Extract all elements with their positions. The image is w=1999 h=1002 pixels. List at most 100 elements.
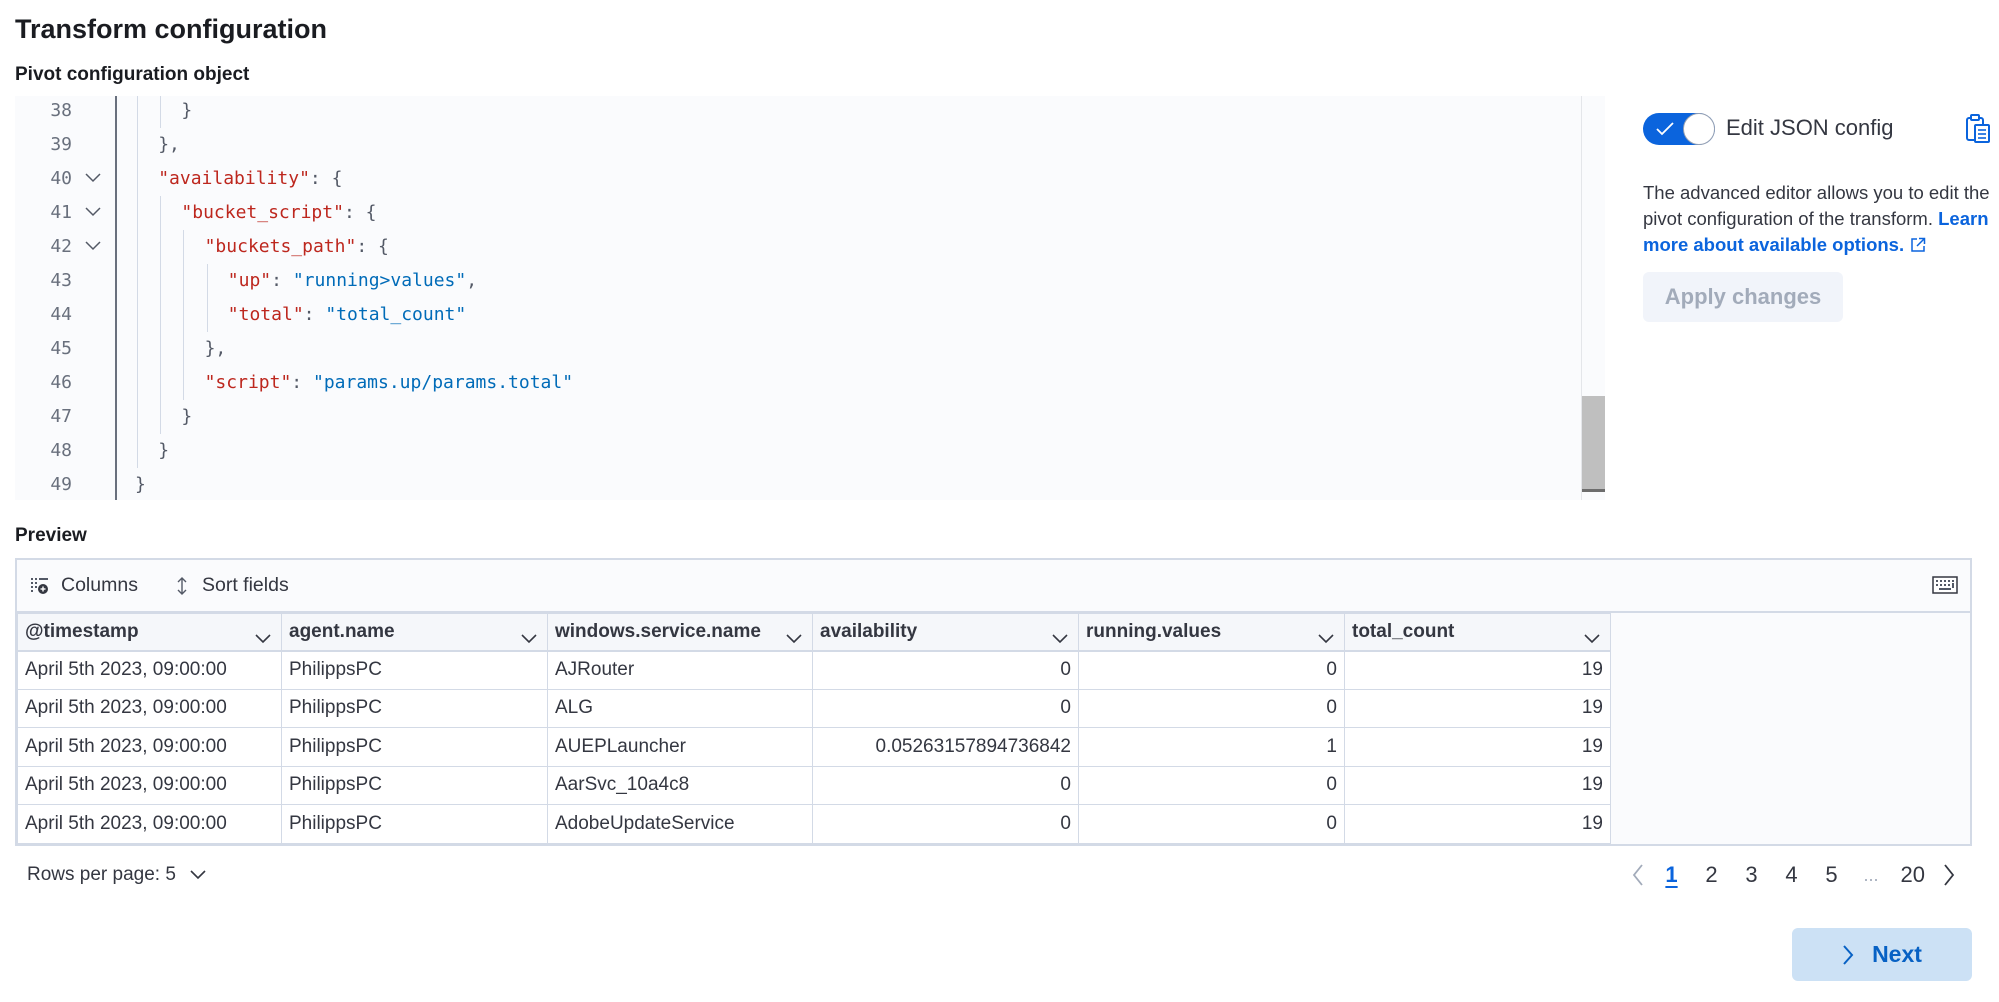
- table-cell[interactable]: 0: [812, 765, 1079, 805]
- table-cell[interactable]: ALG: [547, 688, 813, 728]
- table-cell[interactable]: AarSvc_10a4c8: [547, 765, 813, 805]
- code-line[interactable]: 42 "buckets_path": {: [15, 230, 1582, 264]
- column-header[interactable]: agent.name: [281, 613, 548, 652]
- chevron-down-icon[interactable]: [255, 628, 271, 649]
- next-page-button[interactable]: [1943, 864, 1955, 886]
- table-cell[interactable]: AdobeUpdateService: [547, 804, 813, 844]
- pagination-ellipsis: ...: [1863, 864, 1879, 885]
- page-button-2[interactable]: 2: [1702, 862, 1722, 888]
- table-cell[interactable]: AUEPLauncher: [547, 727, 813, 767]
- table-cell[interactable]: 0: [1078, 650, 1345, 690]
- page-button-4[interactable]: 4: [1782, 862, 1802, 888]
- columns-button[interactable]: Columns: [31, 574, 138, 597]
- code-line[interactable]: 40 "availability": {: [15, 162, 1582, 196]
- table-cell[interactable]: PhilippsPC: [281, 650, 548, 690]
- page-button-1[interactable]: 1: [1662, 862, 1682, 888]
- table-cell[interactable]: April 5th 2023, 09:00:00: [17, 727, 282, 767]
- table-cell[interactable]: 19: [1344, 688, 1611, 728]
- table-row: April 5th 2023, 09:00:00 PhilippsPC AdobeU…: [17, 804, 1611, 844]
- edit-json-label: Edit JSON config: [1726, 115, 1894, 140]
- code-line[interactable]: 38}: [15, 96, 1582, 128]
- sort-fields-button[interactable]: Sort fields: [174, 574, 289, 597]
- chevron-down-icon[interactable]: [1318, 628, 1334, 649]
- keyboard-shortcuts-button[interactable]: [1932, 575, 1958, 600]
- fold-chevron-icon[interactable]: [83, 196, 105, 230]
- chevron-down-icon[interactable]: [1584, 628, 1600, 649]
- rows-per-page-select[interactable]: Rows per page: 5: [27, 864, 206, 886]
- code-line[interactable]: 44 "total": "total_count": [15, 298, 1582, 332]
- code-line[interactable]: 49}: [15, 468, 1582, 500]
- table-cell[interactable]: 0: [1078, 688, 1345, 728]
- code-line[interactable]: 47}: [15, 400, 1582, 434]
- next-step-button[interactable]: Next: [1792, 928, 1972, 981]
- table-cell[interactable]: PhilippsPC: [281, 804, 548, 844]
- json-key: "up": [227, 270, 272, 291]
- json-key: "bucket_script": [181, 202, 344, 223]
- column-header[interactable]: windows.service.name: [547, 613, 813, 652]
- page-button-last[interactable]: 20: [1901, 862, 1925, 888]
- json-punctuation: },: [204, 338, 227, 359]
- indent-guide: [183, 298, 185, 332]
- column-header[interactable]: total_count: [1344, 613, 1611, 652]
- fold-chevron-icon[interactable]: [83, 162, 105, 196]
- line-number: 49: [50, 474, 72, 495]
- table-cell[interactable]: 19: [1344, 727, 1611, 767]
- line-number: 42: [50, 236, 72, 257]
- table-cell[interactable]: 0: [1078, 765, 1345, 805]
- table-cell[interactable]: April 5th 2023, 09:00:00: [17, 765, 282, 805]
- apply-changes-button[interactable]: Apply changes: [1643, 272, 1843, 322]
- table-cell[interactable]: 19: [1344, 650, 1611, 690]
- code-line[interactable]: 43 "up": "running>values",: [15, 264, 1582, 298]
- indent-guide: [137, 230, 138, 264]
- table-cell[interactable]: 0.05263157894736842: [812, 727, 1079, 767]
- column-header[interactable]: @timestamp: [17, 613, 282, 652]
- table-cell[interactable]: PhilippsPC: [281, 727, 548, 767]
- table-cell[interactable]: 0: [1078, 804, 1345, 844]
- pagination: 12345 ... 20: [1624, 862, 1964, 888]
- indent-guide: [137, 196, 138, 230]
- table-cell[interactable]: 19: [1344, 765, 1611, 805]
- table-cell[interactable]: AJRouter: [547, 650, 813, 690]
- page-button-5[interactable]: 5: [1822, 862, 1842, 888]
- json-key: "total": [227, 304, 304, 325]
- preview-table: @timestamp agent.name windows.service.name…: [17, 613, 1611, 844]
- code-line[interactable]: 39},: [15, 128, 1582, 162]
- table-cell[interactable]: April 5th 2023, 09:00:00: [17, 688, 282, 728]
- table-cell[interactable]: 0: [812, 688, 1079, 728]
- column-header[interactable]: running.values: [1078, 613, 1345, 652]
- code-line[interactable]: 48}: [15, 434, 1582, 468]
- json-code-editor[interactable]: 38} 39}, 40 "availability": {41 "bucket_scri…: [15, 96, 1605, 500]
- table-cell[interactable]: April 5th 2023, 09:00:00: [17, 650, 282, 690]
- json-punctuation: :: [271, 270, 293, 291]
- page-button-3[interactable]: 3: [1742, 862, 1762, 888]
- chevron-down-icon[interactable]: [1052, 628, 1068, 649]
- table-cell[interactable]: April 5th 2023, 09:00:00: [17, 804, 282, 844]
- table-cell[interactable]: 1: [1078, 727, 1345, 767]
- line-number: 46: [50, 372, 72, 393]
- preview-label: Preview: [15, 525, 87, 546]
- chevron-down-icon[interactable]: [786, 628, 802, 649]
- table-cell[interactable]: 0: [812, 804, 1079, 844]
- copy-clipboard-icon[interactable]: [1965, 114, 1991, 149]
- column-header[interactable]: availability: [812, 613, 1079, 652]
- table-row: April 5th 2023, 09:00:00 PhilippsPC ALG 0 0 1…: [17, 688, 1611, 728]
- column-header-label: @timestamp: [25, 620, 139, 642]
- code-line[interactable]: 41 "bucket_script": {: [15, 196, 1582, 230]
- table-cell[interactable]: PhilippsPC: [281, 765, 548, 805]
- column-header-label: running.values: [1086, 620, 1222, 642]
- table-cell[interactable]: 0: [812, 650, 1079, 690]
- chevron-down-icon: [190, 870, 206, 880]
- chevron-down-icon[interactable]: [521, 628, 537, 649]
- chevron-left-icon: [1632, 864, 1643, 886]
- fold-chevron-icon[interactable]: [83, 230, 105, 264]
- table-cell[interactable]: PhilippsPC: [281, 688, 548, 728]
- prev-page-button[interactable]: [1632, 864, 1644, 886]
- code-line[interactable]: 45},: [15, 332, 1582, 366]
- json-punctuation: :: [303, 304, 326, 325]
- code-line[interactable]: 46 "script": "params.up/params.total": [15, 366, 1582, 400]
- editor-scrollbar[interactable]: [1581, 96, 1605, 500]
- editor-scrollbar-thumb[interactable]: [1582, 396, 1605, 492]
- edit-json-toggle[interactable]: [1643, 113, 1715, 145]
- keyboard-icon: [1932, 576, 1958, 594]
- table-cell[interactable]: 19: [1344, 804, 1611, 844]
